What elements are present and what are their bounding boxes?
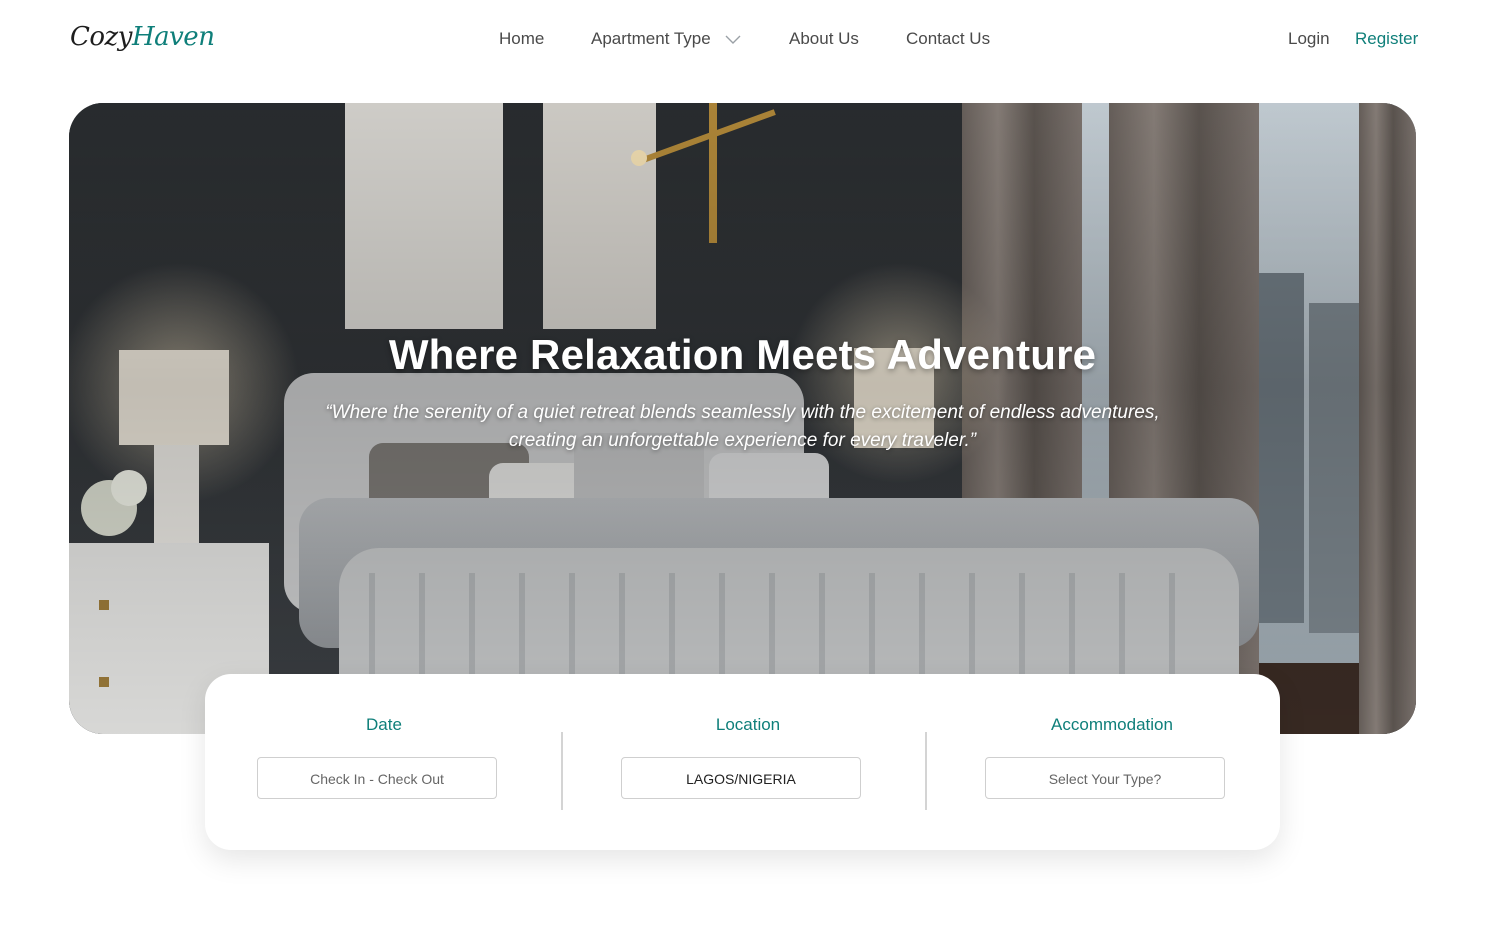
nav-contact-us[interactable]: Contact Us <box>906 29 990 49</box>
accommodation-select[interactable]: Select Your Type? <box>985 757 1225 799</box>
accommodation-section: Accommodation Select Your Type? <box>933 674 1291 850</box>
section-divider <box>561 732 563 810</box>
nav-apartment-type[interactable]: Apartment Type <box>591 29 741 49</box>
date-section: Date Check In - Check Out <box>205 674 563 850</box>
hero-title: Where Relaxation Meets Adventure <box>388 331 1097 378</box>
location-label: Location <box>715 715 781 734</box>
location-field[interactable]: LAGOS/NIGERIA <box>621 757 861 799</box>
section-divider <box>925 732 927 810</box>
hero-quote: “Where the serenity of a quiet retreat b… <box>325 402 1160 451</box>
chevron-down-icon[interactable] <box>725 35 741 45</box>
hero-banner: Where Relaxation Meets Adventure “Where … <box>69 103 1416 734</box>
nav-about-us[interactable]: About Us <box>789 29 859 49</box>
nav-home[interactable]: Home <box>499 29 544 49</box>
booking-search-card: Date Check In - Check Out Location LAGOS… <box>205 674 1280 850</box>
location-section: Location LAGOS/NIGERIA <box>569 674 927 850</box>
date-label: Date <box>366 715 402 734</box>
login-link[interactable]: Login <box>1288 29 1330 49</box>
site-header: CozyHaven Home Apartment Type About Us C… <box>0 0 1485 80</box>
accommodation-label: Accommodation <box>1051 715 1173 734</box>
main-nav: Home Apartment Type About Us Contact Us <box>0 29 1485 53</box>
date-range-field[interactable]: Check In - Check Out <box>257 757 497 799</box>
nav-apartment-type-label: Apartment Type <box>591 29 711 48</box>
register-link[interactable]: Register <box>1355 29 1418 49</box>
